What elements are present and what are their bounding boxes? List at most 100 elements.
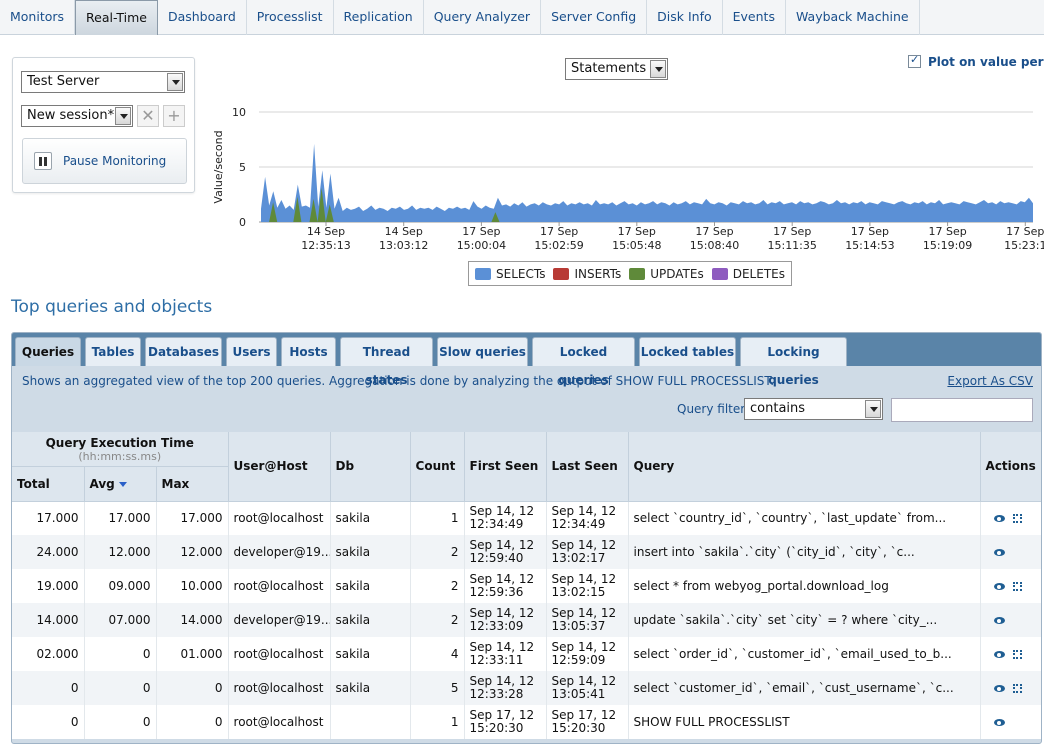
cell-count: 5 xyxy=(410,671,465,705)
panel-tab-hosts[interactable]: Hosts xyxy=(281,337,336,366)
first-seen-time: 12:59:40 xyxy=(469,551,524,565)
plot-per-sec-toggle[interactable]: Plot on value per sec xyxy=(908,53,1044,69)
cell-actions xyxy=(980,535,1041,569)
table-row[interactable]: 17.000 17.000 17.000 root@localhost sakila 1 S… xyxy=(12,501,1041,535)
col-header-query[interactable]: Query xyxy=(628,432,981,502)
session-select[interactable]: New session* xyxy=(21,105,133,127)
nav-tab-query-analyzer[interactable]: Query Analyzer xyxy=(424,0,542,35)
panel-tab-thread-states[interactable]: Thread states xyxy=(340,337,433,387)
panel-tab-slow-queries[interactable]: Slow queries xyxy=(437,337,528,366)
cell-actions xyxy=(980,569,1041,603)
cell-max: 0 xyxy=(156,705,229,739)
cell-query: update `sakila`.`city` set `city` = ? wh… xyxy=(628,603,981,637)
legend-swatch xyxy=(475,267,491,280)
col-header-db[interactable]: Db xyxy=(330,432,411,502)
panel-tab-queries[interactable]: Queries xyxy=(15,337,81,366)
legend-item-deletes[interactable]: DELETEs xyxy=(711,267,785,281)
nav-tab-wayback-machine[interactable]: Wayback Machine xyxy=(786,0,920,35)
queries-table-body: 17.000 17.000 17.000 root@localhost sakila 1 S… xyxy=(12,501,1041,739)
col-header-user[interactable]: User@Host xyxy=(228,432,331,502)
exec-time-unit-label: (hh:mm:ss.ms) xyxy=(78,450,162,464)
export-csv-link[interactable]: Export As CSV xyxy=(947,374,1033,388)
legend-item-inserts[interactable]: INSERTs xyxy=(553,267,621,281)
first-seen-time: 12:59:36 xyxy=(469,585,524,599)
x-tick-date: 17 Sep xyxy=(928,225,966,238)
query-filter-label: Query filter xyxy=(677,402,746,416)
cell-total: 0 xyxy=(12,705,85,739)
cell-last-seen: Sep 14, 12 12:59:09 xyxy=(546,637,629,671)
legend-label: SELECTs xyxy=(496,266,546,281)
view-icon[interactable] xyxy=(993,651,1005,658)
col-header-total[interactable]: Total xyxy=(12,466,85,502)
legend-item-updates[interactable]: UPDATEs xyxy=(629,267,704,281)
y-tick-label: 10 xyxy=(232,106,246,119)
table-row[interactable]: 0 0 0 root@localhost 1 Sep 17, 12 15:20:30 Sep … xyxy=(12,705,1041,739)
view-icon[interactable] xyxy=(993,515,1005,523)
view-icon[interactable] xyxy=(993,719,1005,726)
chevron-down-icon xyxy=(650,60,666,78)
table-row[interactable]: 24.000 12.000 12.000 developer@19... sakila 2… xyxy=(12,535,1041,569)
view-icon[interactable] xyxy=(993,685,1005,692)
y-tick-label: 5 xyxy=(239,161,246,174)
table-row[interactable]: 0 0 0 root@localhost sakila 5 Sep 14, 12 12:33:… xyxy=(12,671,1041,705)
nav-tab-events[interactable]: Events xyxy=(723,0,786,35)
panel-description: Shows an aggregated view of the top 200 … xyxy=(22,374,775,388)
chart-legend: SELECTs INSERTs UPDATEs DELETEs xyxy=(468,261,792,286)
panel-tab-locked-queries[interactable]: Locked queries xyxy=(532,337,635,387)
top-nav: Monitors Real-Time Dashboard Processlist Rep… xyxy=(0,0,1044,35)
table-row[interactable]: 02.000 0 01.000 root@localhost sakila 4 Sep 14… xyxy=(12,637,1041,671)
nav-tab-dashboard[interactable]: Dashboard xyxy=(158,0,247,35)
col-header-max[interactable]: Max xyxy=(156,466,229,502)
nav-tab-server-config[interactable]: Server Config xyxy=(541,0,648,35)
query-filter-mode-select[interactable]: contains xyxy=(744,398,883,420)
table-row[interactable]: 19.000 09.000 10.000 root@localhost sakila 2 S… xyxy=(12,569,1041,603)
view-icon[interactable] xyxy=(993,549,1005,556)
x-tick-time: 13:03:12 xyxy=(379,239,428,252)
x-tick-time: 15:23:1 xyxy=(1004,239,1044,252)
add-session-button[interactable]: + xyxy=(163,105,185,127)
col-header-first-seen[interactable]: First Seen xyxy=(464,432,547,502)
col-header-last-seen[interactable]: Last Seen xyxy=(546,432,629,502)
table-row[interactable]: 14.000 07.000 14.000 developer@19... sakila 2… xyxy=(12,603,1041,637)
cell-total: 24.000 xyxy=(12,535,85,569)
pause-monitoring-button[interactable]: Pause Monitoring xyxy=(22,138,187,184)
delete-session-button[interactable]: ✕ xyxy=(137,105,159,127)
nav-tab-real-time[interactable]: Real-Time xyxy=(75,0,158,35)
cell-query: insert into `sakila`.`city` (`city_id`, … xyxy=(628,535,981,569)
col-header-avg[interactable]: Avg xyxy=(84,466,157,502)
cell-first-seen: Sep 14, 12 12:59:36 xyxy=(464,569,547,603)
first-seen-time: 12:34:49 xyxy=(469,517,524,532)
view-icon[interactable] xyxy=(993,617,1005,624)
panel-tab-databases[interactable]: Databases xyxy=(145,337,222,366)
expand-icon[interactable] xyxy=(1012,582,1022,591)
nav-tab-processlist[interactable]: Processlist xyxy=(247,0,334,35)
cell-last-seen: Sep 14, 12 13:02:17 xyxy=(546,535,629,569)
cell-first-seen: Sep 14, 12 12:34:49 xyxy=(464,501,547,535)
nav-tab-replication[interactable]: Replication xyxy=(334,0,424,35)
legend-item-selects[interactable]: SELECTs xyxy=(475,267,545,281)
panel-tab-users[interactable]: Users xyxy=(226,337,277,366)
panel-tab-locked-tables[interactable]: Locked tables xyxy=(639,337,736,366)
session-select-value: New session* xyxy=(27,108,115,123)
first-seen-time: 15:20:30 xyxy=(469,721,524,735)
y-tick-label: 0 xyxy=(239,216,246,229)
panel-tab-locking-queries[interactable]: Locking queries xyxy=(740,337,847,387)
metric-select[interactable]: Statements xyxy=(565,58,668,80)
cell-avg: 07.000 xyxy=(84,603,157,637)
expand-icon[interactable] xyxy=(1012,684,1022,693)
plot-per-sec-checkbox[interactable] xyxy=(908,53,921,68)
expand-icon[interactable] xyxy=(1012,650,1022,659)
expand-icon[interactable] xyxy=(1012,514,1022,524)
x-tick-time: 15:05:48 xyxy=(612,239,661,252)
col-header-count[interactable]: Count xyxy=(410,432,465,502)
query-filter-input[interactable] xyxy=(891,398,1033,422)
cell-count: 1 xyxy=(410,501,465,535)
panel-tab-tables[interactable]: Tables xyxy=(85,337,141,366)
nav-tab-monitors[interactable]: Monitors xyxy=(0,0,76,35)
view-icon[interactable] xyxy=(993,583,1005,590)
nav-tab-disk-info[interactable]: Disk Info xyxy=(647,0,723,35)
exec-time-header-label: Query Execution Time xyxy=(45,436,194,451)
legend-label: UPDATEs xyxy=(650,266,704,281)
cell-total: 17.000 xyxy=(12,501,85,535)
server-select[interactable]: Test Server xyxy=(21,71,185,93)
